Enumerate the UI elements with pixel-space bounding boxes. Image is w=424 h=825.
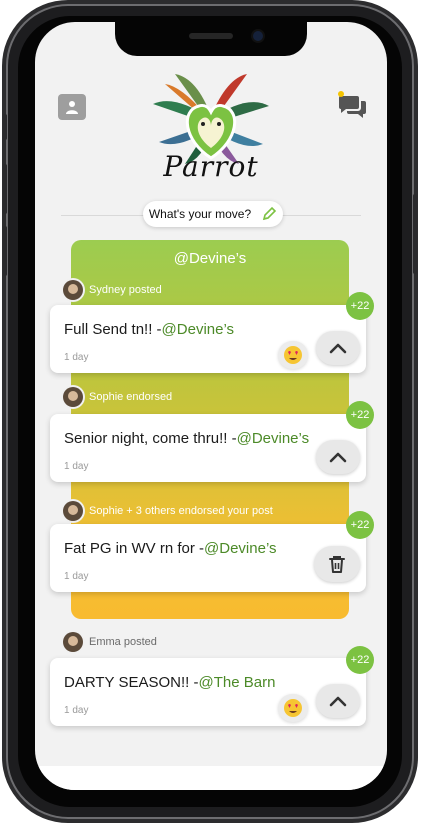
- profile-button[interactable]: [58, 94, 86, 120]
- volume-down-button: [3, 226, 7, 276]
- post-text: Full Send tn!! -@Devine’s: [64, 321, 235, 338]
- post-meta-text: Sophie endorsed: [89, 391, 173, 403]
- avatar: [63, 632, 83, 652]
- notch: [115, 22, 307, 56]
- post-text: Senior night, come thru!! -@Devine’s: [64, 430, 310, 447]
- delete-button[interactable]: [314, 546, 360, 582]
- venue-mention-link[interactable]: @Devine’s: [162, 321, 234, 338]
- pencil-icon: [263, 206, 277, 221]
- score-badge: +22: [346, 401, 374, 429]
- post-meta-text: Sydney posted: [89, 284, 162, 296]
- heart-eyes-emoji-icon: [284, 346, 302, 364]
- post-text: Fat PG in WV rn for -@Devine’s: [64, 540, 277, 557]
- post-card[interactable]: DARTY SEASON!! -@The Barn 1 day: [50, 658, 366, 726]
- compose-label: What's your move?: [148, 207, 252, 221]
- post-text: DARTY SEASON!! -@The Barn: [64, 674, 276, 691]
- venue-mention-link[interactable]: @The Barn: [198, 674, 275, 691]
- speaker: [189, 33, 233, 39]
- heart-eyes-emoji-icon: [284, 699, 302, 717]
- post-card[interactable]: Full Send tn!! -@Devine’s 1 day: [50, 305, 366, 373]
- upvote-button[interactable]: [316, 684, 360, 718]
- post-card[interactable]: Senior night, come thru!! -@Devine’s 1 d…: [50, 414, 366, 482]
- post-time: 1 day: [64, 461, 89, 472]
- upvote-chevron-icon: [329, 452, 347, 463]
- upvote-button[interactable]: [316, 440, 360, 474]
- post-meta: Sophie + 3 others endorsed your post: [63, 501, 273, 521]
- reaction-button[interactable]: [278, 341, 308, 369]
- volume-up-button: [3, 164, 7, 214]
- avatar: [63, 501, 83, 521]
- post-time: 1 day: [64, 571, 89, 582]
- post-meta: Sophie endorsed: [63, 387, 172, 407]
- app-name: Parrot: [163, 150, 259, 183]
- compose-button[interactable]: What's your move?: [143, 201, 283, 227]
- chat-button[interactable]: [337, 90, 369, 120]
- upvote-button[interactable]: [316, 331, 360, 365]
- mute-switch: [3, 114, 7, 140]
- upvote-chevron-icon: [329, 696, 347, 707]
- venue-name: @Devine’s: [173, 250, 247, 267]
- post-meta: Sydney posted: [63, 280, 162, 300]
- chat-icon: [338, 91, 366, 118]
- power-button: [413, 194, 417, 274]
- reaction-button[interactable]: [278, 694, 308, 722]
- bottom-bar: [35, 766, 387, 790]
- app-screen: Parrot What's your move? @Devine’s Sydne…: [35, 22, 387, 790]
- post-meta-text: Emma posted: [89, 636, 157, 648]
- trash-icon: [329, 556, 345, 573]
- avatar: [63, 280, 83, 300]
- venue-mention-link[interactable]: @Devine’s: [237, 430, 309, 447]
- upvote-chevron-icon: [329, 343, 347, 354]
- post-meta: Emma posted: [63, 632, 157, 652]
- avatar: [63, 387, 83, 407]
- post-card[interactable]: Fat PG in WV rn for -@Devine’s 1 day: [50, 524, 366, 592]
- post-meta-text: Sophie + 3 others endorsed your post: [89, 505, 273, 517]
- front-camera: [253, 31, 263, 41]
- post-time: 1 day: [64, 705, 89, 716]
- venue-mention-link[interactable]: @Devine’s: [204, 540, 276, 557]
- score-badge: +22: [346, 646, 374, 674]
- post-time: 1 day: [64, 352, 89, 363]
- profile-icon: [66, 101, 78, 114]
- score-badge: +22: [346, 511, 374, 539]
- score-badge: +22: [346, 292, 374, 320]
